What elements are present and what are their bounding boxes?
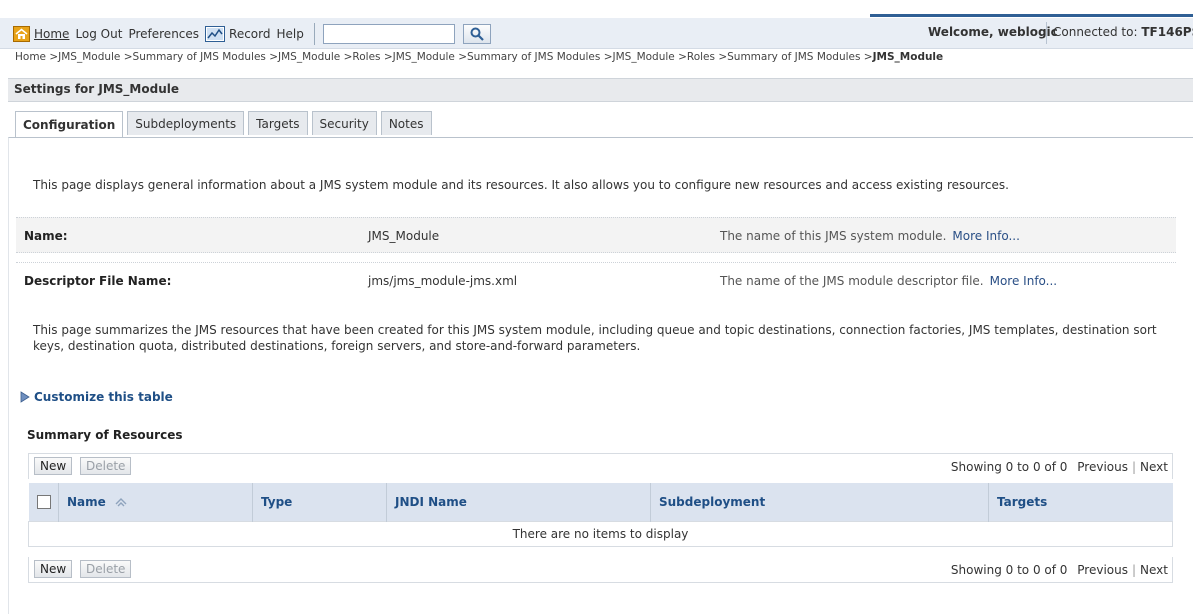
resources-table: Name Type JNDI Name Subdeployment Target…	[28, 483, 1173, 547]
breadcrumb-trail[interactable]: Home >JMS_Module >Summary of JMS Modules…	[15, 51, 873, 63]
record-link[interactable]: Record	[229, 27, 270, 41]
column-targets[interactable]: Targets	[988, 483, 1173, 521]
column-subdeployment[interactable]: Subdeployment	[650, 483, 989, 521]
customize-table-toggle[interactable]: Customize this table	[20, 390, 173, 404]
table-header-row: Name Type JNDI Name Subdeployment Target…	[28, 483, 1173, 521]
tab-targets[interactable]: Targets	[248, 111, 308, 135]
property-row-descriptor: Descriptor File Name: jms/jms_module-jms…	[16, 262, 1176, 297]
page-title: Settings for JMS_Module	[14, 82, 179, 96]
table-row: There are no items to display	[28, 520, 1173, 547]
property-label: Name:	[24, 229, 68, 243]
pager-status: Showing 0 to 0 of 0	[950, 460, 1068, 474]
home-link[interactable]: Home	[34, 27, 69, 41]
previous-link[interactable]: Previous	[1077, 563, 1128, 577]
connected-to: Connected to: TF146PS	[1053, 25, 1193, 39]
property-value: JMS_Module	[368, 229, 440, 243]
intro-text: This page displays general information a…	[33, 178, 1009, 192]
connection-divider	[1046, 22, 1047, 44]
connected-server: TF146PS	[1141, 25, 1193, 39]
top-toolbar: Home Log Out Preferences Record Help Wel…	[0, 14, 1193, 49]
previous-link[interactable]: Previous	[1077, 460, 1128, 474]
new-button[interactable]: New	[34, 560, 73, 578]
column-jndi-name[interactable]: JNDI Name	[386, 483, 651, 521]
column-name-label: Name	[67, 494, 106, 509]
property-value: jms/jms_module-jms.xml	[368, 274, 518, 288]
search-input[interactable]	[322, 24, 455, 44]
tab-configuration[interactable]: Configuration	[15, 111, 124, 137]
breadcrumb: Home >JMS_Module >Summary of JMS Modules…	[15, 51, 943, 63]
pager-separator: |	[1131, 563, 1137, 577]
search-button[interactable]	[462, 24, 491, 44]
table-toolbar-bottom: New Delete Showing 0 to 0 of 0 Previous |…	[28, 557, 1173, 583]
pager-separator: |	[1131, 460, 1137, 474]
column-name[interactable]: Name	[58, 483, 253, 521]
record-icon[interactable]	[205, 26, 226, 42]
tab-bar: Configuration Subdeployments Targets Sec…	[15, 111, 436, 137]
table-title: Summary of Resources	[27, 428, 183, 442]
property-label: Descriptor File Name:	[24, 274, 172, 288]
select-all-checkbox[interactable]	[36, 495, 51, 509]
pager: Showing 0 to 0 of 0 Previous | Next	[951, 563, 1168, 577]
delete-button[interactable]: Delete	[80, 457, 132, 475]
tab-security[interactable]: Security	[311, 111, 377, 135]
home-icon[interactable]	[13, 26, 30, 42]
delete-button[interactable]: Delete	[80, 560, 132, 578]
summary-text: This page summarizes the JMS resources t…	[33, 323, 1157, 353]
table-toolbar-top: New Delete Showing 0 to 0 of 0 Previous |…	[28, 453, 1173, 479]
welcome-text: Welcome, weblogic	[928, 25, 1058, 39]
property-help: The name of the JMS module descriptor fi…	[720, 274, 1057, 288]
expand-triangle-icon	[20, 391, 30, 403]
more-info-link[interactable]: More Info...	[952, 229, 1020, 243]
empty-table-message: There are no items to display	[28, 520, 1173, 547]
toolbar-accent-line	[870, 14, 1193, 17]
next-link[interactable]: Next	[1140, 563, 1168, 577]
preferences-link[interactable]: Preferences	[128, 27, 199, 41]
pager-status: Showing 0 to 0 of 0	[950, 563, 1068, 577]
breadcrumb-current: JMS_Module	[872, 51, 944, 63]
pager: Showing 0 to 0 of 0 Previous | Next	[951, 460, 1168, 474]
property-help-text: The name of the JMS module descriptor fi…	[720, 274, 984, 288]
tab-subdeployments[interactable]: Subdeployments	[127, 111, 245, 135]
property-help: The name of this JMS system module. More …	[720, 229, 1020, 243]
property-help-text: The name of this JMS system module.	[720, 229, 947, 243]
select-all-header	[28, 483, 59, 521]
help-link[interactable]: Help	[277, 27, 304, 41]
more-info-link[interactable]: More Info...	[990, 274, 1058, 288]
column-type[interactable]: Type	[252, 483, 387, 521]
toolbar-divider	[313, 23, 315, 45]
connected-label: Connected to:	[1053, 25, 1138, 39]
tab-notes[interactable]: Notes	[380, 111, 432, 135]
logout-link[interactable]: Log Out	[75, 27, 122, 41]
sort-ascending-icon	[115, 498, 127, 507]
property-row-name: Name: JMS_Module The name of this JMS sy…	[16, 217, 1176, 253]
next-link[interactable]: Next	[1140, 460, 1168, 474]
settings-header: Settings for JMS_Module	[8, 78, 1193, 102]
new-button[interactable]: New	[34, 457, 73, 475]
search-icon	[470, 27, 484, 41]
customize-table-link[interactable]: Customize this table	[34, 390, 173, 404]
